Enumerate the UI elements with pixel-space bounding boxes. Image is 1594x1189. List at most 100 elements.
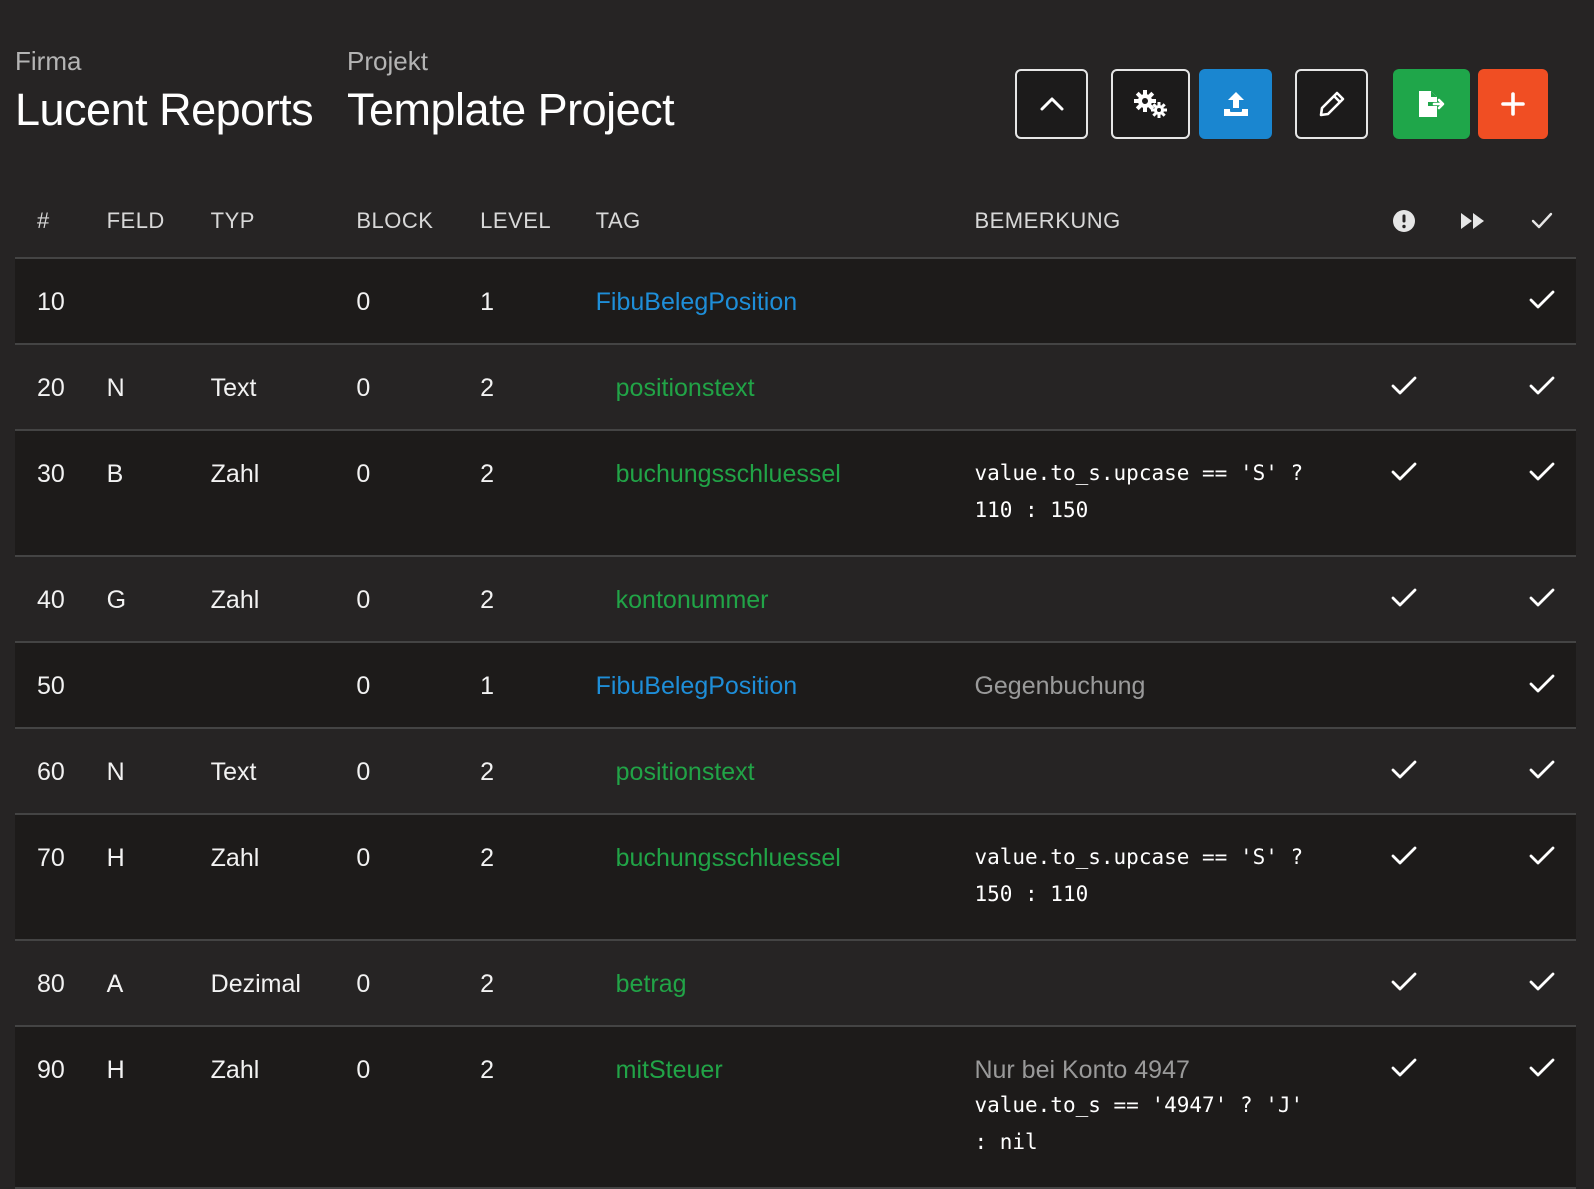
cell-warning[interactable] [1369, 258, 1439, 345]
cell-check[interactable] [1507, 642, 1576, 729]
cell-skip[interactable] [1438, 258, 1508, 345]
column-header-check[interactable] [1507, 185, 1576, 259]
cell-type: Text [210, 728, 357, 815]
column-header-type[interactable]: TYP [210, 185, 357, 259]
cell-skip[interactable] [1438, 642, 1508, 729]
row-number: 70 [37, 844, 65, 872]
cell-type [210, 642, 357, 729]
cell-num: 80 [15, 940, 107, 1027]
cell-skip[interactable] [1438, 940, 1508, 1027]
cell-skip[interactable] [1438, 1026, 1508, 1189]
table-row[interactable]: 10 0 1 FibuBelegPosition [15, 258, 1576, 345]
cell-check[interactable] [1507, 430, 1576, 557]
column-header-warning[interactable] [1369, 185, 1439, 259]
cell-check[interactable] [1507, 556, 1576, 643]
cell-check[interactable] [1507, 258, 1576, 345]
table-row[interactable]: 60 N Text 0 2 positionstext [15, 728, 1576, 815]
cell-warning[interactable] [1369, 728, 1439, 815]
cell-warning[interactable] [1369, 1026, 1439, 1189]
cell-check[interactable] [1507, 728, 1576, 815]
note-content [974, 345, 1369, 399]
tag-link[interactable]: kontonummer [596, 586, 769, 614]
tag-link[interactable]: betrag [596, 970, 687, 998]
skip-status [1439, 941, 1508, 971]
cell-tag: buchungsschluessel [595, 814, 975, 941]
warning-status [1370, 259, 1439, 289]
cell-check[interactable] [1507, 344, 1576, 431]
column-header-level[interactable]: LEVEL [480, 185, 596, 259]
cell-skip[interactable] [1438, 556, 1508, 643]
export-button[interactable] [1393, 69, 1470, 139]
skip-status [1439, 431, 1508, 461]
cell-skip[interactable] [1438, 728, 1508, 815]
cell-note [974, 258, 1370, 345]
cell-num: 30 [15, 430, 107, 557]
check-icon [1529, 674, 1555, 693]
cell-block: 0 [356, 642, 481, 729]
field-code: H [106, 1056, 125, 1084]
column-header-note[interactable]: BEMERKUNG [974, 185, 1370, 259]
row-number: 10 [37, 288, 65, 316]
cell-note [974, 344, 1370, 431]
cell-warning[interactable] [1369, 814, 1439, 941]
table-row[interactable]: 30 B Zahl 0 2 buchungsschluessel value.to_s.up… [15, 430, 1576, 557]
type-value [211, 643, 357, 697]
note-content: value.to_s.upcase == 'S' ? 150 : 110 [974, 815, 1369, 939]
tag-link[interactable]: mitSteuer [596, 1056, 723, 1084]
upload-icon [1223, 92, 1248, 116]
cell-check[interactable] [1507, 814, 1576, 941]
row-number: 40 [37, 586, 65, 614]
column-header-skip[interactable] [1438, 185, 1508, 259]
cell-skip[interactable] [1438, 430, 1508, 557]
column-header-block[interactable]: BLOCK [356, 185, 481, 259]
note-code: value.to_s.upcase == 'S' ? 110 : 150 [974, 461, 1304, 522]
tag-link[interactable]: FibuBelegPosition [596, 288, 798, 316]
tag-link[interactable]: positionstext [596, 758, 755, 786]
cell-skip[interactable] [1438, 344, 1508, 431]
cell-type: Zahl [210, 1026, 357, 1189]
table-row[interactable]: 40 G Zahl 0 2 kontonummer [15, 556, 1576, 643]
check-icon [1391, 588, 1417, 607]
row-number: 50 [37, 672, 65, 700]
skip-status [1439, 345, 1508, 375]
cell-level: 1 [480, 642, 596, 729]
warning-status [1370, 729, 1439, 781]
cell-type: Zahl [210, 430, 357, 557]
field-code: H [106, 844, 125, 872]
cell-check[interactable] [1507, 1026, 1576, 1189]
cell-warning[interactable] [1369, 430, 1439, 557]
table-row[interactable]: 70 H Zahl 0 2 buchungsschluessel value.to_s.up… [15, 814, 1576, 941]
cell-warning[interactable] [1369, 556, 1439, 643]
upload-button[interactable] [1199, 69, 1272, 139]
cell-tag: positionstext [595, 344, 975, 431]
tag-link[interactable]: buchungsschluessel [596, 460, 841, 488]
tag-link[interactable]: positionstext [596, 374, 755, 402]
cell-check[interactable] [1507, 940, 1576, 1027]
add-button[interactable] [1478, 69, 1548, 139]
column-header-tag[interactable]: TAG [595, 185, 975, 259]
note-content [974, 729, 1369, 783]
column-header-num[interactable]: # [15, 185, 107, 259]
tag-link[interactable]: buchungsschluessel [596, 844, 841, 872]
cogs-icon [1133, 90, 1167, 118]
table-row[interactable]: 50 0 1 FibuBelegPosition Gegenbuchung [15, 642, 1576, 729]
table-row[interactable]: 90 H Zahl 0 2 mitSteuer Nur bei Konto 4947 valu… [15, 1026, 1576, 1189]
edit-button[interactable] [1295, 69, 1368, 139]
check-status [1507, 643, 1576, 695]
collapse-button[interactable] [1015, 69, 1088, 139]
cell-skip[interactable] [1438, 814, 1508, 941]
skip-status [1439, 643, 1508, 673]
cell-warning[interactable] [1369, 344, 1439, 431]
cell-warning[interactable] [1369, 642, 1439, 729]
settings-button[interactable] [1111, 69, 1190, 139]
table-row[interactable]: 80 A Dezimal 0 2 betrag [15, 940, 1576, 1027]
level-value: 2 [480, 374, 495, 402]
level-value: 1 [480, 288, 495, 316]
block-value: 0 [356, 844, 371, 872]
column-header-field[interactable]: FELD [106, 185, 211, 259]
cell-warning[interactable] [1369, 940, 1439, 1027]
table-row[interactable]: 20 N Text 0 2 positionstext [15, 344, 1576, 431]
tag-link[interactable]: FibuBelegPosition [596, 672, 798, 700]
skip-status [1439, 1027, 1508, 1057]
note-content [974, 557, 1369, 611]
